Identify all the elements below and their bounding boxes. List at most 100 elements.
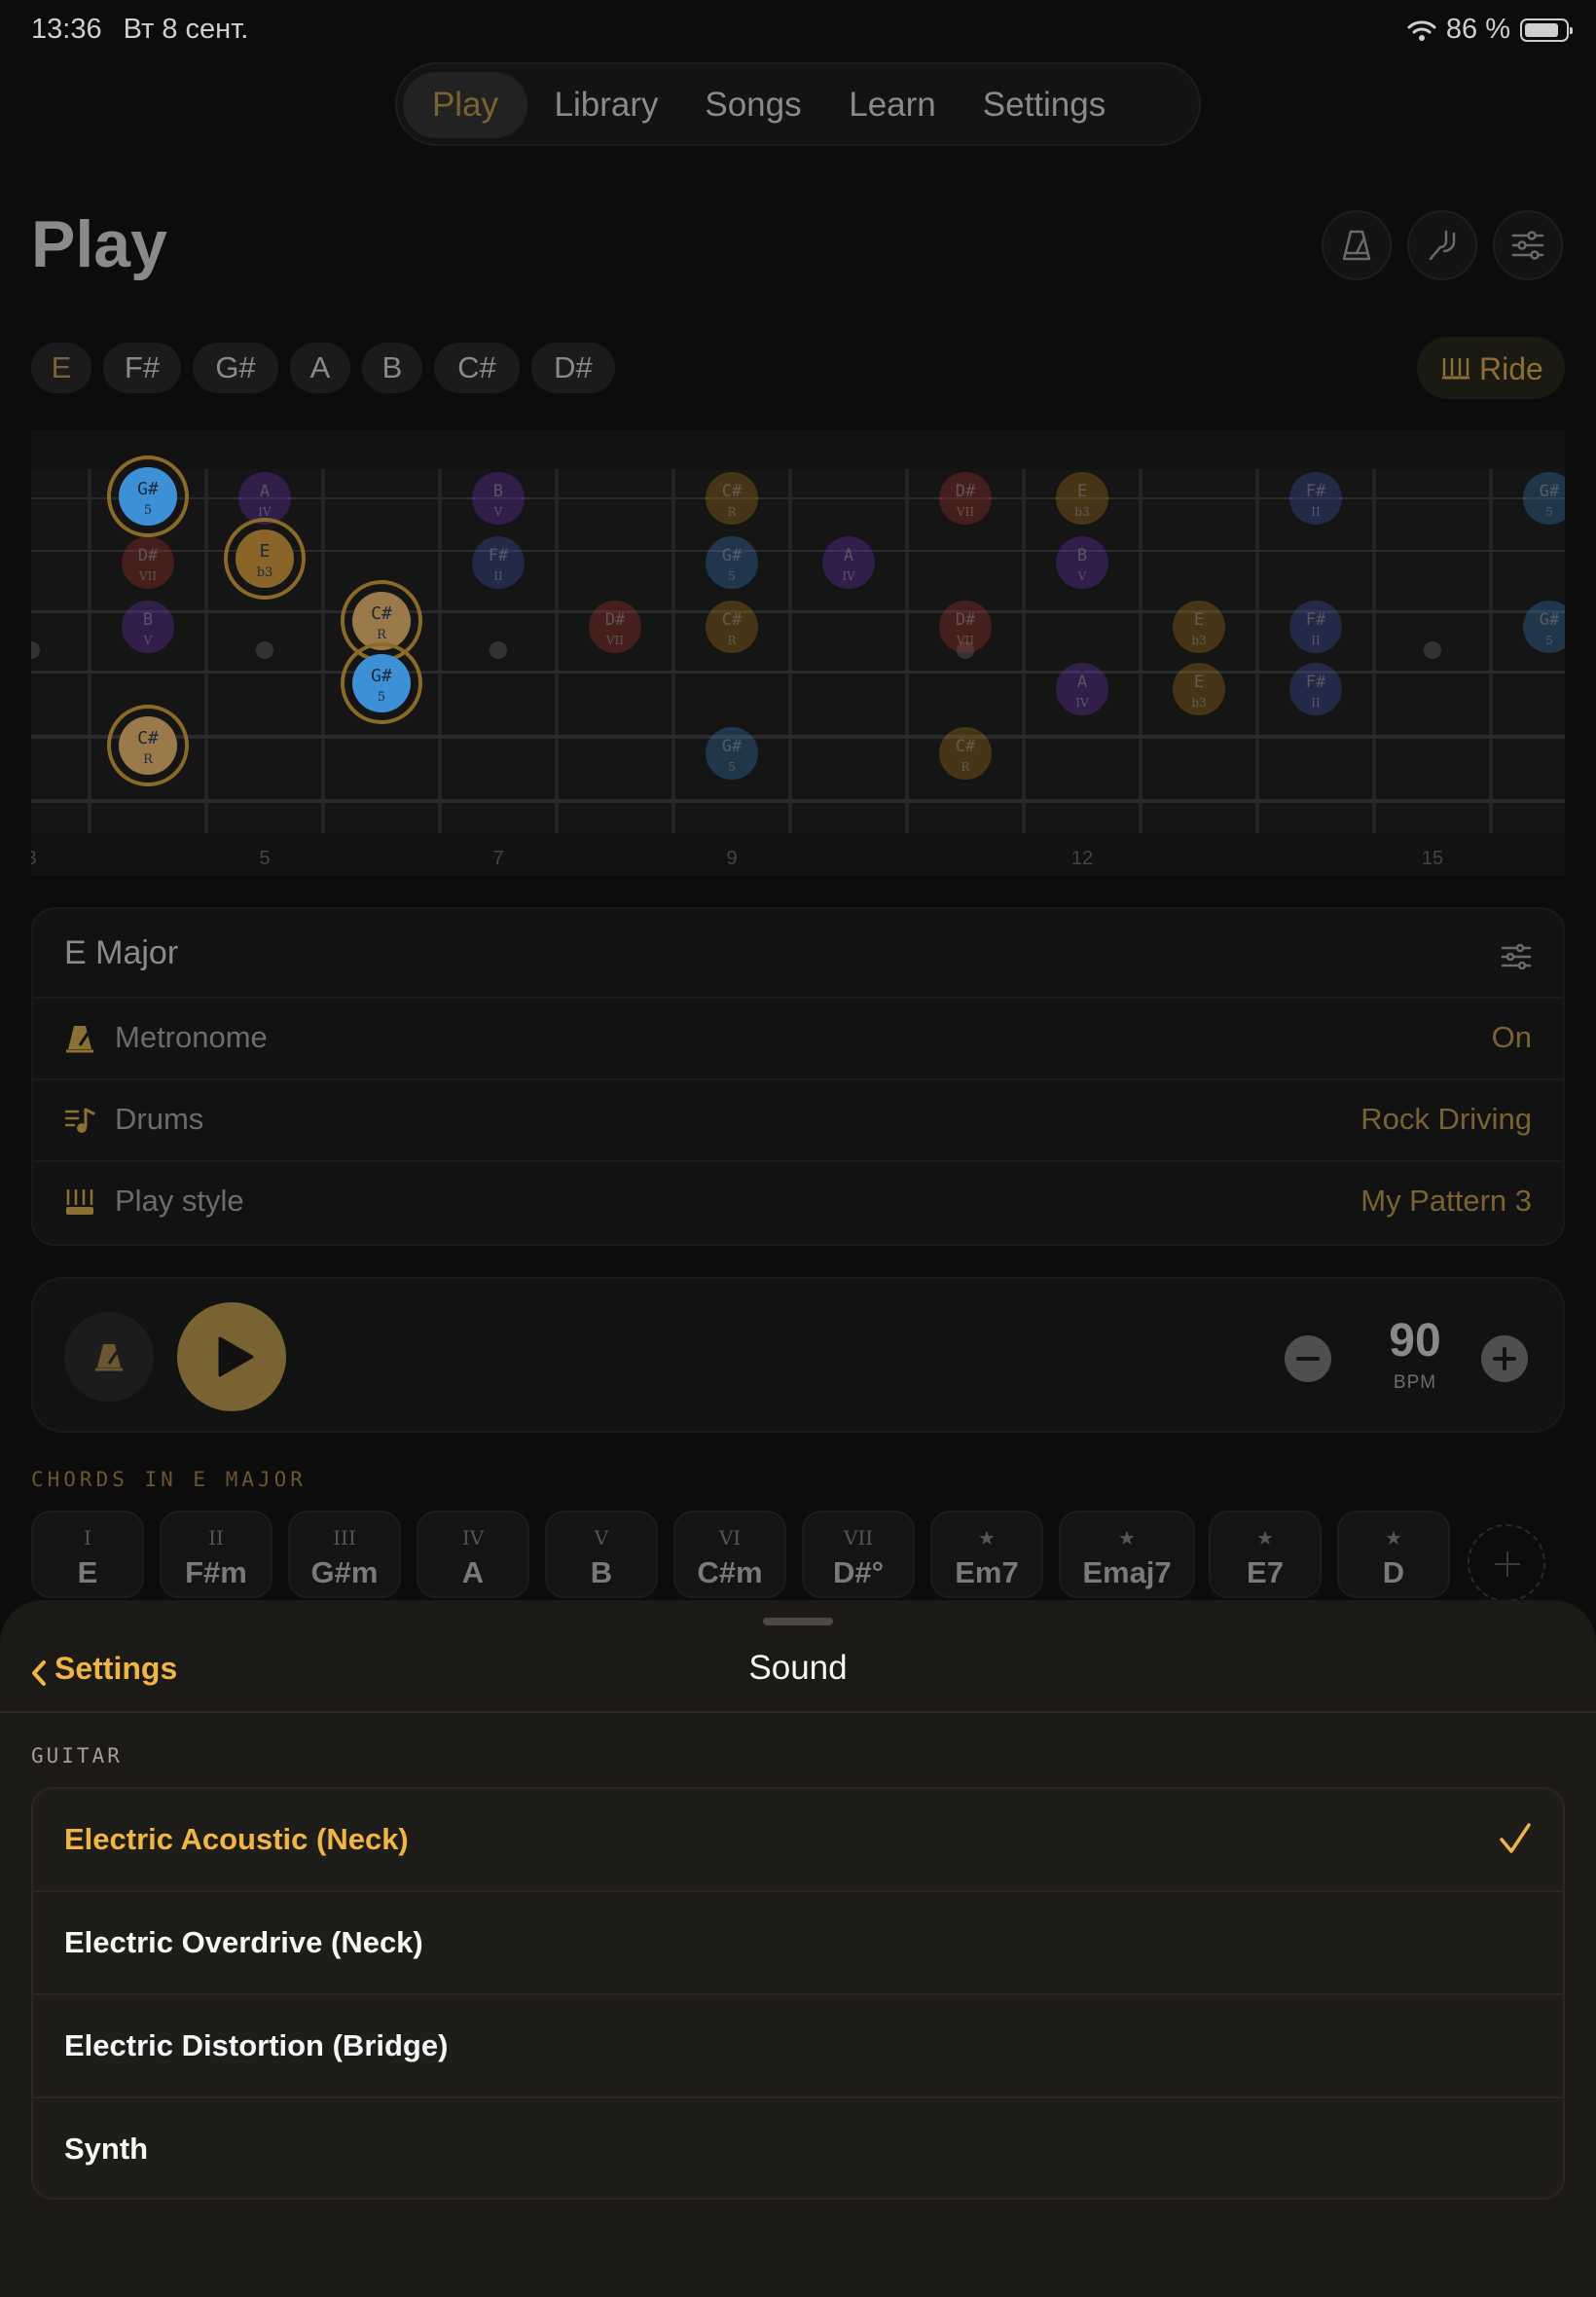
sound-option-electric-overdrive[interactable]: Electric Overdrive (Neck)	[33, 1892, 1563, 1993]
chord-degree: ★	[1385, 1526, 1402, 1550]
status-time-date: 13:36 Вт 8 сент.	[31, 14, 248, 46]
note-chip-d-sharp[interactable]: D#	[531, 343, 615, 393]
chord-degree: ★	[978, 1526, 996, 1550]
tab-songs[interactable]: Songs	[685, 72, 821, 138]
sound-option-electric-acoustic[interactable]: Electric Acoustic (Neck)	[33, 1789, 1563, 1890]
metronome-toggle-button[interactable]	[64, 1312, 154, 1402]
chord-name: E	[77, 1555, 98, 1589]
fret-wire	[1139, 469, 1143, 833]
plus-icon	[1495, 1551, 1520, 1577]
note-chip-c-sharp[interactable]: C#	[434, 343, 520, 393]
sound-option-list: Electric Acoustic (Neck) Electric Overdr…	[31, 1787, 1565, 2200]
sound-option-electric-distortion[interactable]: Electric Distortion (Bridge)	[33, 1995, 1563, 2096]
chord-card[interactable]: VI C#m	[673, 1511, 786, 1598]
drums-row[interactable]: Drums Rock Driving	[33, 1078, 1563, 1162]
chord-card[interactable]: ★ Emaj7	[1059, 1511, 1195, 1598]
drums-value: Rock Driving	[1360, 1102, 1532, 1136]
note-chip-e[interactable]: E	[31, 343, 91, 393]
ride-button-label: Ride	[1479, 351, 1543, 386]
note-name: F#	[1306, 482, 1326, 501]
status-date: Вт 8 сент.	[123, 14, 249, 45]
note-degree: VII	[605, 634, 624, 647]
sound-option-synth[interactable]: Synth	[33, 2098, 1563, 2198]
divider	[0, 1711, 1596, 1713]
note-name: B	[1077, 546, 1087, 565]
chord-degree: II	[208, 1526, 224, 1550]
bpm-value: 90	[1389, 1315, 1441, 1367]
fret-wire	[1372, 469, 1376, 833]
note-chip-b[interactable]: B	[362, 343, 422, 393]
tab-learn[interactable]: Learn	[829, 72, 956, 138]
chord-card[interactable]: ★ Em7	[930, 1511, 1043, 1598]
metronome-row[interactable]: Metronome On	[33, 997, 1563, 1080]
tab-play[interactable]: Play	[403, 72, 527, 138]
note-name: C#	[371, 603, 392, 624]
metronome-button[interactable]	[1322, 210, 1392, 280]
chord-name: A	[461, 1555, 485, 1589]
chord-card[interactable]: IV A	[417, 1511, 529, 1598]
note-chip-f-sharp[interactable]: F#	[103, 343, 181, 393]
chord-card[interactable]: ★ E7	[1209, 1511, 1322, 1598]
metronome-label: Metronome	[115, 1020, 268, 1054]
tab-library[interactable]: Library	[533, 72, 679, 138]
chord-card[interactable]: ★ D	[1337, 1511, 1450, 1598]
wifi-icon	[1407, 19, 1436, 41]
note-degree: V	[1077, 569, 1087, 583]
note-name: G#	[137, 479, 159, 499]
sliders-icon	[1511, 231, 1544, 260]
note-name: F#	[1306, 673, 1326, 692]
sliders-icon[interactable]	[1501, 942, 1532, 971]
guitar-string	[31, 735, 1565, 739]
chord-name: E7	[1247, 1555, 1284, 1589]
note-degree: 5	[728, 569, 736, 583]
note-degree: 5	[728, 760, 736, 774]
fret-number: 9	[726, 848, 737, 869]
play-style-row[interactable]: Play style My Pattern 3	[33, 1160, 1563, 1244]
metronome-value: On	[1491, 1020, 1532, 1054]
settings-sliders-button[interactable]	[1493, 210, 1563, 280]
note-name: G#	[1540, 482, 1560, 501]
note-degree: R	[143, 752, 154, 767]
chord-card[interactable]: VII D#°	[802, 1511, 915, 1598]
ride-button[interactable]: Ride	[1417, 337, 1565, 399]
note-name: G#	[722, 737, 743, 756]
chord-card[interactable]: II F#m	[160, 1511, 272, 1598]
fretboard[interactable]: 35791215AIVBVC#RD#VIIEb3F#IIG#5D#VIIBVF#…	[22, 430, 1576, 876]
note-chip-a[interactable]: A	[290, 343, 350, 393]
tuner-button[interactable]	[1407, 210, 1477, 280]
note-name: D#	[138, 546, 159, 565]
note-name: C#	[137, 728, 159, 748]
fret-marker	[1424, 641, 1441, 659]
note-degree: VII	[138, 569, 157, 583]
note-name: C#	[722, 482, 743, 501]
add-chord-button[interactable]	[1468, 1524, 1545, 1602]
bpm-decrease-button[interactable]	[1285, 1335, 1331, 1382]
chord-name: C#m	[697, 1555, 763, 1589]
chord-degree: I	[84, 1526, 91, 1550]
chord-card[interactable]: VB	[545, 1511, 658, 1598]
sheet-grabber[interactable]	[763, 1618, 833, 1625]
sound-option-label: Electric Acoustic (Neck)	[64, 1822, 409, 1856]
fret-number: 12	[1071, 848, 1093, 869]
note-degree: VII	[956, 505, 974, 519]
tab-settings[interactable]: Settings	[961, 72, 1127, 138]
note-degree: V	[143, 634, 153, 647]
guitar-string	[31, 799, 1565, 803]
metronome-icon	[1342, 230, 1371, 261]
status-time: 13:36	[31, 14, 102, 45]
chord-card[interactable]: IE	[31, 1511, 144, 1598]
play-button[interactable]	[177, 1302, 286, 1411]
note-chip-g-sharp[interactable]: G#	[193, 343, 278, 393]
note-name: A	[260, 482, 270, 501]
drums-label: Drums	[115, 1102, 204, 1136]
scale-title[interactable]: E Major	[64, 934, 178, 972]
note-name: E	[260, 541, 271, 562]
note-degree: IV	[842, 569, 855, 583]
bpm-increase-button[interactable]	[1481, 1335, 1528, 1382]
status-right: 86 %	[1407, 14, 1573, 46]
chords-section-header: CHORDS IN E MAJOR	[31, 1468, 307, 1491]
fret-number: 15	[1422, 848, 1443, 869]
chord-card[interactable]: III G#m	[288, 1511, 401, 1598]
tuning-fork-icon	[1429, 230, 1456, 261]
note-name: G#	[1540, 610, 1560, 630]
